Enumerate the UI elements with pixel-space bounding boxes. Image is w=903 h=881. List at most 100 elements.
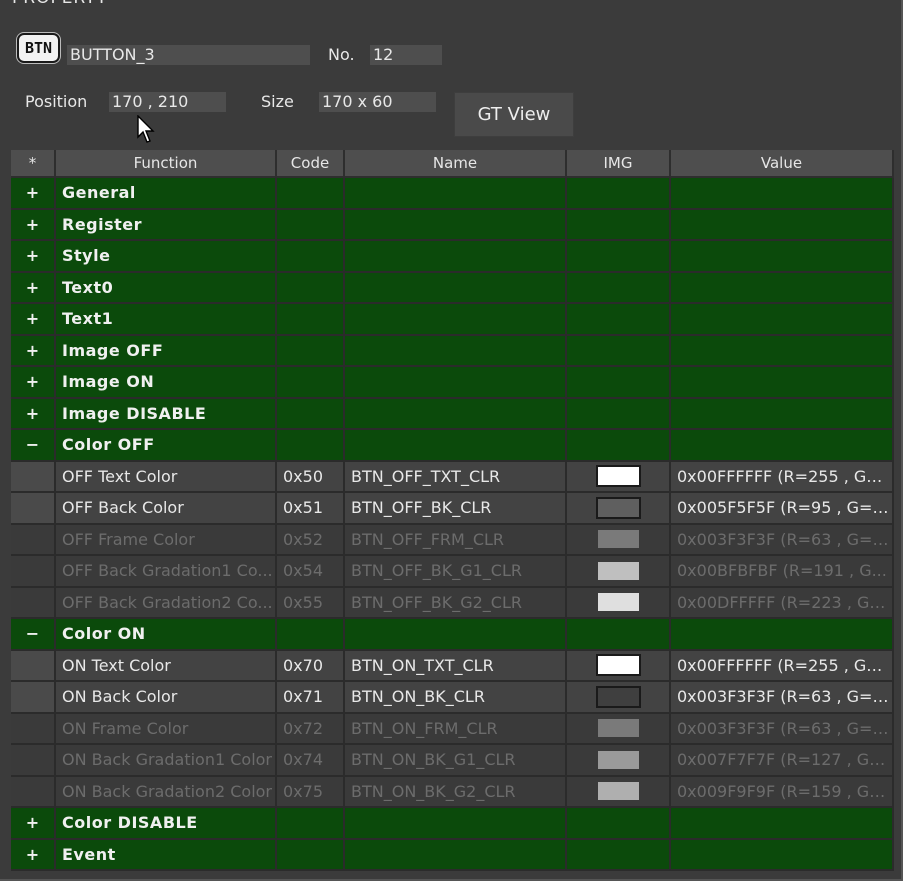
code-cell: 0x52 [276, 523, 345, 556]
name-cell: BTN_ON_FRM_CLR [344, 712, 567, 745]
name-cell: BTN_ON_TXT_CLR [344, 649, 567, 682]
group-function-cell[interactable]: Text1 [55, 303, 277, 336]
header-function[interactable]: Function [55, 150, 277, 178]
group-row[interactable]: + Register [11, 208, 894, 241]
value-cell[interactable]: 0x003F3F3F (R=63 , G=6... [670, 681, 894, 714]
group-row[interactable]: − Color ON [11, 618, 894, 651]
property-row[interactable]: ON Text Color 0x70 BTN_ON_TXT_CLR 0x00FFFFF… [11, 649, 894, 682]
button-type-icon: BTN [17, 33, 60, 63]
code-cell: 0x55 [276, 586, 345, 619]
color-swatch[interactable] [595, 685, 641, 708]
color-swatch[interactable] [595, 654, 641, 677]
group-code-cell [276, 366, 345, 399]
property-row[interactable]: OFF Back Color 0x51 BTN_OFF_BK_CLR 0x005F5F… [11, 492, 894, 525]
table-header-row: * Function Code Name IMG Value [11, 150, 894, 178]
group-row[interactable]: − Color OFF [11, 429, 894, 462]
value-cell[interactable]: 0x005F5F5F (R=95 , G=9... [670, 492, 894, 525]
property-row[interactable]: OFF Text Color 0x50 BTN_OFF_TXT_CLR 0x00FFF… [11, 460, 894, 493]
header-img[interactable]: IMG [566, 150, 671, 178]
size-label: Size [261, 92, 294, 111]
header-star[interactable]: * [11, 150, 56, 178]
group-img-cell [566, 397, 671, 430]
expand-toggle[interactable]: + [11, 208, 56, 241]
row-marker-cell [11, 712, 56, 745]
group-row[interactable]: + Text1 [11, 303, 894, 336]
value-cell[interactable]: 0x00FFFFFF (R=255 , G=... [670, 460, 894, 493]
group-function-cell[interactable]: Image OFF [55, 334, 277, 367]
expand-toggle[interactable]: + [11, 271, 56, 304]
group-function-cell[interactable]: General [55, 177, 277, 210]
object-name-field[interactable]: BUTTON_3 [67, 45, 310, 65]
group-row[interactable]: + Color DISABLE [11, 807, 894, 840]
size-field[interactable]: 170 x 60 [319, 92, 436, 112]
group-row[interactable]: + General [11, 177, 894, 210]
name-cell: BTN_ON_BK_G1_CLR [344, 744, 567, 777]
group-code-cell [276, 618, 345, 651]
group-function-cell[interactable]: Event [55, 838, 277, 871]
function-cell: ON Back Gradation1 Color [55, 744, 277, 777]
property-row: ON Back Gradation1 Color 0x74 BTN_ON_BK_G1… [11, 744, 894, 777]
value-cell[interactable]: 0x00FFFFFF (R=255 , G=... [670, 649, 894, 682]
value-cell: 0x009F9F9F (R=159 , G=... [670, 775, 894, 808]
header-value[interactable]: Value [670, 150, 894, 178]
function-cell: OFF Back Gradation1 Co... [55, 555, 277, 588]
group-img-cell [566, 303, 671, 336]
group-function-cell[interactable]: Color ON [55, 618, 277, 651]
group-function-cell[interactable]: Image ON [55, 366, 277, 399]
expand-toggle[interactable]: + [11, 366, 56, 399]
expand-toggle[interactable]: + [11, 807, 56, 840]
value-cell: 0x003F3F3F (R=63 , G=6... [670, 712, 894, 745]
expand-toggle[interactable]: − [11, 618, 56, 651]
name-cell: BTN_OFF_TXT_CLR [344, 460, 567, 493]
color-swatch[interactable] [595, 465, 641, 488]
row-marker-cell [11, 555, 56, 588]
group-code-cell [276, 240, 345, 273]
group-function-cell[interactable]: Register [55, 208, 277, 241]
gt-view-button[interactable]: GT View [454, 92, 574, 137]
expand-toggle[interactable]: + [11, 397, 56, 430]
group-function-cell[interactable]: Image DISABLE [55, 397, 277, 430]
group-name-cell [344, 303, 567, 336]
img-cell [566, 744, 671, 777]
group-row[interactable]: + Image OFF [11, 334, 894, 367]
group-name-cell [344, 397, 567, 430]
row-marker-cell [11, 523, 56, 556]
group-row[interactable]: + Style [11, 240, 894, 273]
group-function-cell[interactable]: Color DISABLE [55, 807, 277, 840]
expand-toggle[interactable]: + [11, 240, 56, 273]
expand-toggle[interactable]: − [11, 429, 56, 462]
group-function-cell[interactable]: Text0 [55, 271, 277, 304]
group-row[interactable]: + Image ON [11, 366, 894, 399]
group-function-cell[interactable]: Style [55, 240, 277, 273]
group-img-cell [566, 807, 671, 840]
code-cell: 0x75 [276, 775, 345, 808]
row-marker-cell [11, 744, 56, 777]
function-cell: OFF Back Color [55, 492, 277, 525]
expand-toggle[interactable]: + [11, 303, 56, 336]
group-name-cell [344, 271, 567, 304]
code-cell: 0x54 [276, 555, 345, 588]
expand-toggle[interactable]: + [11, 334, 56, 367]
group-name-cell [344, 807, 567, 840]
color-swatch[interactable] [595, 496, 641, 519]
header-name[interactable]: Name [344, 150, 567, 178]
group-row[interactable]: + Text0 [11, 271, 894, 304]
code-cell: 0x71 [276, 681, 345, 714]
expand-toggle[interactable]: + [11, 177, 56, 210]
number-field[interactable]: 12 [370, 45, 442, 65]
function-cell: ON Back Color [55, 681, 277, 714]
header-code[interactable]: Code [276, 150, 345, 178]
group-function-cell[interactable]: Color OFF [55, 429, 277, 462]
mouse-cursor-icon [137, 115, 155, 143]
group-row[interactable]: + Image DISABLE [11, 397, 894, 430]
img-cell [566, 681, 671, 714]
group-img-cell [566, 618, 671, 651]
group-img-cell [566, 429, 671, 462]
property-row[interactable]: ON Back Color 0x71 BTN_ON_BK_CLR 0x003F3F3F… [11, 681, 894, 714]
img-cell [566, 555, 671, 588]
group-row[interactable]: + Event [11, 838, 894, 871]
function-cell: OFF Text Color [55, 460, 277, 493]
position-field[interactable]: 170 , 210 [109, 92, 226, 112]
expand-toggle[interactable]: + [11, 838, 56, 871]
group-code-cell [276, 271, 345, 304]
